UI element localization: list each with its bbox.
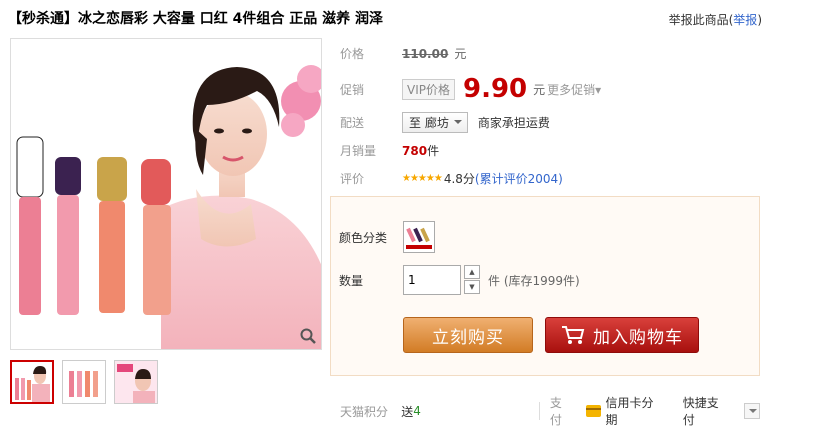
shipping-note: 商家承担运费 (477, 116, 550, 130)
buy-now-button[interactable]: 立刻购买 (403, 317, 533, 353)
zoom-icon[interactable] (299, 327, 317, 345)
points-value: 4 (413, 404, 421, 418)
rating-label: 评价 (340, 172, 365, 186)
chevron-down-icon: ▼ (469, 283, 475, 291)
region-select[interactable]: 至 廊坊 (402, 112, 468, 133)
points-label: 天猫积分 (340, 404, 389, 419)
review-count-link[interactable]: (累计评价2004) (475, 170, 563, 187)
color-option-thumbnail[interactable] (403, 221, 435, 253)
promo-label: 促销 (340, 82, 365, 97)
quantity-increase-button[interactable]: ▲ (464, 265, 480, 279)
points-payment-row: 天猫积分 送4 支付 信用卡分期 快捷支付 (340, 394, 760, 426)
product-title: 【秒杀通】冰之恋唇彩 大容量 口红 4件组合 正品 滋养 润泽 (8, 11, 383, 27)
quick-pay[interactable]: 快捷支付 (683, 394, 730, 426)
add-to-cart-button[interactable]: 加入购物车 (545, 317, 699, 353)
quantity-decrease-button[interactable]: ▼ (464, 280, 480, 294)
report-product: 举报此商品(举报) (668, 13, 762, 27)
color-label: 颜色分类 (339, 230, 388, 245)
quantity-row: 数量 ▲ ▼ 件 (库存1999件) (339, 265, 580, 295)
thumbnail-1[interactable] (10, 360, 54, 404)
quantity-stepper: ▲ ▼ (464, 265, 480, 295)
thumbnail-image (63, 361, 105, 403)
promo-price: 9.90 (463, 74, 528, 104)
chevron-up-icon: ▲ (469, 268, 475, 276)
credit-card-icon (585, 405, 602, 417)
purchase-panel: 颜色分类 数量 ▲ ▼ 件 (库存1999件) 立刻购买 加入购物车 (330, 196, 760, 376)
thumbnail-image (12, 362, 52, 402)
thumbnail-2[interactable] (62, 360, 106, 404)
divider (538, 402, 540, 420)
sales-unit: 件 (427, 144, 440, 158)
promo-unit: 元 (533, 82, 546, 97)
thumbnail-3[interactable] (114, 360, 158, 404)
shipping-label: 配送 (340, 116, 365, 130)
buy-now-label: 立刻购买 (432, 327, 504, 348)
price-unit: 元 (454, 47, 467, 61)
points-prefix: 送 (401, 404, 414, 419)
rating-row: 评价 ★★★★★ 4.8分 (累计评价2004) (340, 170, 563, 187)
thumbnail-image (115, 361, 157, 403)
thumbnail-strip (10, 360, 158, 404)
color-option-image (404, 222, 434, 252)
add-to-cart-label: 加入购物车 (593, 327, 683, 348)
price-row: 价格 110.00 元 (340, 45, 466, 62)
monthly-sales: 780 (402, 143, 428, 158)
payment-label: 支付 (549, 396, 562, 426)
payment-dropdown-button[interactable] (744, 403, 760, 419)
report-text: 举报此商品 (668, 13, 729, 27)
cart-icon (562, 326, 585, 344)
stock-info: 件 (库存1999件) (488, 273, 580, 288)
vip-price-tag: VIP价格 (402, 78, 455, 100)
promo-row: 促销 VIP价格 9.90 元 更多促销▾ (340, 74, 601, 104)
sales-row: 月销量 780 件 (340, 142, 439, 159)
card-installment[interactable]: 信用卡分期 (605, 394, 664, 426)
more-promo-link[interactable]: 更多促销▾ (547, 81, 601, 98)
report-link[interactable]: 举报 (733, 13, 757, 27)
main-product-image[interactable] (10, 38, 322, 350)
quantity-input[interactable] (403, 265, 461, 295)
color-option-row: 颜色分类 (339, 221, 435, 253)
sales-label: 月销量 (340, 144, 377, 158)
original-price: 110.00 (402, 46, 449, 61)
product-photo (11, 39, 321, 349)
star-rating-icon: ★★★★★ (402, 173, 443, 184)
rating-score: 4.8分 (443, 172, 475, 186)
quantity-label: 数量 (339, 273, 364, 288)
shipping-row: 配送 至 廊坊 商家承担运费 (340, 112, 550, 133)
price-label: 价格 (340, 47, 365, 61)
